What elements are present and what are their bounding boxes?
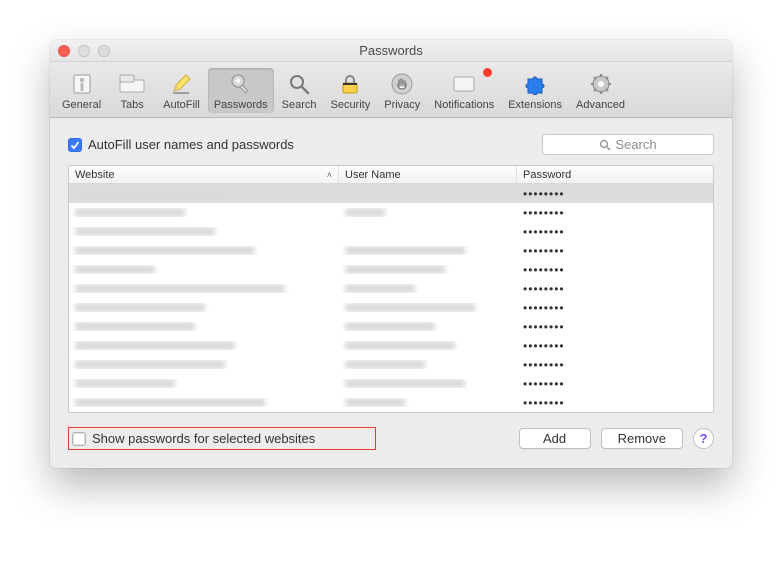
content-area: AutoFill user names and passwords Search…: [50, 118, 732, 468]
cell-website: [69, 246, 339, 255]
cell-website: [69, 398, 339, 407]
cell-username: [339, 341, 517, 350]
notification-badge-icon: [483, 68, 492, 77]
table-row[interactable]: ••••••••: [69, 279, 713, 298]
cell-password: ••••••••: [517, 282, 713, 296]
tabs-icon: [118, 70, 146, 98]
show-passwords-checkbox-row[interactable]: Show passwords for selected websites: [72, 431, 315, 446]
tab-autofill[interactable]: AutoFill: [157, 68, 206, 113]
cell-website: [69, 322, 339, 331]
help-button[interactable]: ?: [693, 428, 714, 449]
table-row[interactable]: ••••••••: [69, 241, 713, 260]
switch-icon: [68, 70, 96, 98]
table-row[interactable]: ••••••••: [69, 336, 713, 355]
tab-extensions[interactable]: Extensions: [502, 68, 568, 113]
tab-passwords[interactable]: Passwords: [208, 68, 274, 113]
column-password[interactable]: Password: [517, 166, 713, 183]
cell-password: ••••••••: [517, 263, 713, 277]
tab-security[interactable]: Security: [324, 68, 376, 113]
cell-password: ••••••••: [517, 244, 713, 258]
tab-notifications[interactable]: Notifications: [428, 68, 500, 113]
cell-password: ••••••••: [517, 396, 713, 410]
cell-username: [339, 208, 517, 217]
cell-password: ••••••••: [517, 225, 713, 239]
tab-general[interactable]: General: [56, 68, 107, 113]
add-button[interactable]: Add: [519, 428, 591, 449]
cell-website: [69, 208, 339, 217]
table-row[interactable]: ••••••••: [69, 374, 713, 393]
cell-website: [69, 341, 339, 350]
cell-website: [69, 265, 339, 274]
autofill-checkbox-label: AutoFill user names and passwords: [88, 137, 294, 152]
cell-username: [339, 360, 517, 369]
cell-username: [339, 284, 517, 293]
column-username[interactable]: User Name: [339, 166, 517, 183]
table-row[interactable]: ••••••••: [69, 260, 713, 279]
pencil-icon: [167, 70, 195, 98]
preferences-toolbar: General Tabs AutoFill Passwords Search: [50, 62, 732, 118]
checkbox-checked-icon: [68, 138, 82, 152]
search-icon: [599, 139, 611, 151]
cell-password: ••••••••: [517, 320, 713, 334]
table-row[interactable]: ••••••••: [69, 298, 713, 317]
cell-password: ••••••••: [517, 358, 713, 372]
gear-icon: [587, 70, 615, 98]
tab-search[interactable]: Search: [276, 68, 323, 113]
notification-icon: [450, 70, 478, 98]
search-input[interactable]: Search: [542, 134, 714, 155]
cell-website: [69, 379, 339, 388]
cell-password: ••••••••: [517, 206, 713, 220]
cell-password: ••••••••: [517, 187, 713, 201]
cell-username: [339, 265, 517, 274]
key-icon: [227, 70, 255, 98]
highlight-annotation: Show passwords for selected websites: [68, 427, 376, 450]
table-row[interactable]: ••••••••: [69, 355, 713, 374]
hand-icon: [388, 70, 416, 98]
cell-password: ••••••••: [517, 377, 713, 391]
cell-website: [69, 303, 339, 312]
passwords-table: Website ˄ User Name Password •••••••••••…: [68, 165, 714, 413]
cell-website: [69, 189, 339, 198]
table-row[interactable]: ••••••••: [69, 393, 713, 412]
padlock-icon: [336, 70, 364, 98]
table-row[interactable]: ••••••••: [69, 222, 713, 241]
titlebar: Passwords: [50, 40, 732, 62]
search-placeholder: Search: [615, 137, 656, 152]
table-row[interactable]: ••••••••: [69, 317, 713, 336]
cell-password: ••••••••: [517, 301, 713, 315]
cell-username: [339, 303, 517, 312]
cell-website: [69, 360, 339, 369]
tab-advanced[interactable]: Advanced: [570, 68, 631, 113]
magnifier-icon: [285, 70, 313, 98]
show-passwords-label: Show passwords for selected websites: [92, 431, 315, 446]
window-title: Passwords: [50, 43, 732, 58]
sort-asc-icon: ˄: [327, 170, 332, 180]
cell-username: [339, 379, 517, 388]
checkbox-empty-icon: [72, 432, 86, 446]
autofill-checkbox-row[interactable]: AutoFill user names and passwords: [68, 137, 294, 152]
cell-username: [339, 322, 517, 331]
column-website[interactable]: Website ˄: [69, 166, 339, 183]
cell-password: ••••••••: [517, 339, 713, 353]
cell-website: [69, 284, 339, 293]
table-row[interactable]: ••••••••: [69, 203, 713, 222]
table-row[interactable]: ••••••••: [69, 184, 713, 203]
table-body: •••••••• •••••••• •••••••• •••••••• ••••••••…: [69, 184, 713, 412]
cell-username: [339, 398, 517, 407]
remove-button[interactable]: Remove: [601, 428, 683, 449]
preferences-window: Passwords General Tabs AutoFill Password…: [50, 40, 732, 468]
table-header: Website ˄ User Name Password: [69, 166, 713, 184]
cell-website: [69, 227, 339, 236]
tab-privacy[interactable]: Privacy: [378, 68, 426, 113]
puzzle-icon: [521, 70, 549, 98]
tab-tabs[interactable]: Tabs: [109, 68, 155, 113]
cell-username: [339, 246, 517, 255]
